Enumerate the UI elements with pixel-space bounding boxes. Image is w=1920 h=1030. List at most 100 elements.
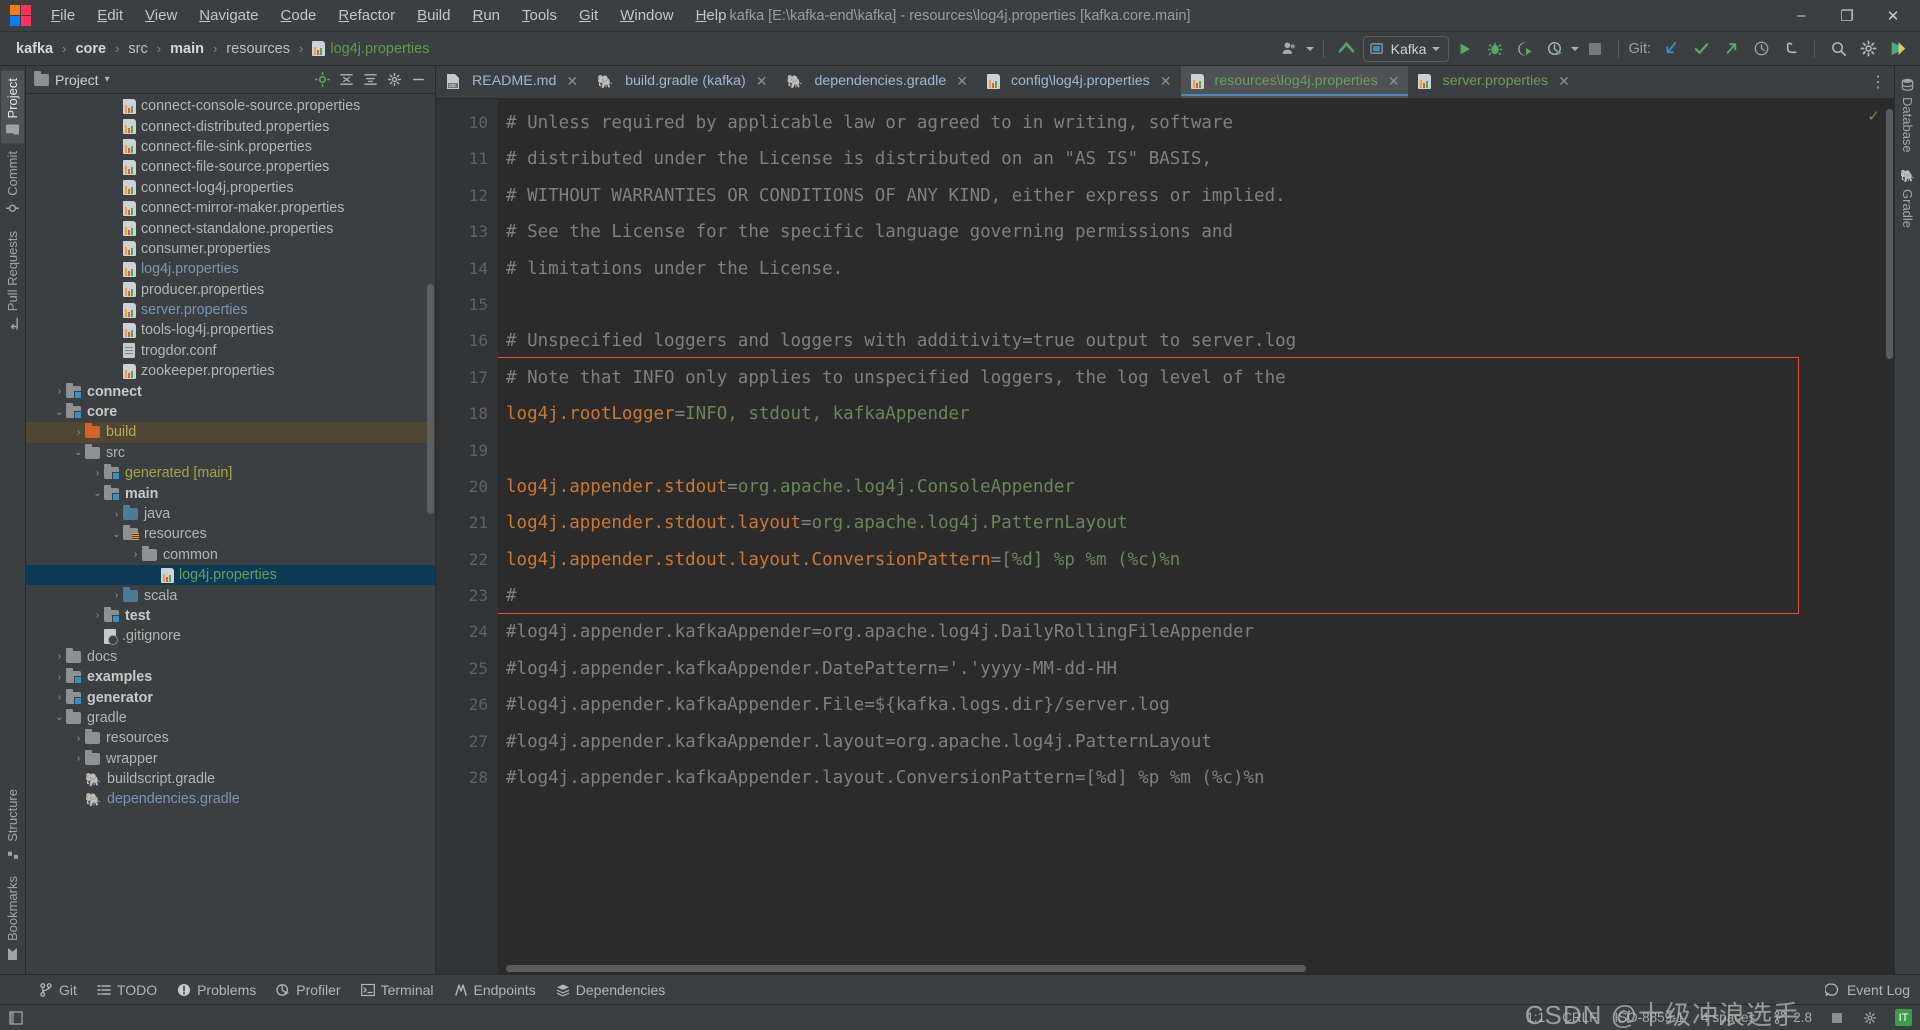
tree-node-generator[interactable]: › generator	[26, 687, 435, 707]
project-tree[interactable]: connect-console-source.properties connect…	[26, 94, 435, 974]
debug-icon[interactable]	[1481, 36, 1509, 62]
sidebar-item-project[interactable]: Project	[1, 70, 24, 144]
tree-node-generated-main-[interactable]: › generated [main]	[26, 463, 435, 483]
bottom-tool-problems[interactable]: Problems	[168, 979, 265, 1001]
tree-node-connect-standalone-properties[interactable]: connect-standalone.properties	[26, 218, 435, 238]
editor-horizontal-scrollbar[interactable]	[506, 965, 1306, 972]
tree-node-trogdor-conf[interactable]: trogdor.conf	[26, 341, 435, 361]
chevron-right-icon[interactable]: ›	[91, 610, 104, 621]
sidebar-item-structure[interactable]: Structure	[1, 781, 24, 868]
undo-icon[interactable]	[1777, 36, 1805, 62]
breadcrumb-main[interactable]: main	[166, 39, 208, 59]
breadcrumb-src[interactable]: src	[124, 39, 151, 59]
chevron-right-icon[interactable]: ›	[72, 427, 85, 438]
bottom-tool-terminal[interactable]: Terminal	[352, 979, 443, 1001]
tree-node-producer-properties[interactable]: producer.properties	[26, 280, 435, 300]
tree-node-scala[interactable]: › scala	[26, 585, 435, 605]
tree-node-build[interactable]: › build	[26, 422, 435, 443]
sidebar-item-pull-requests[interactable]: Pull Requests	[1, 223, 24, 338]
tree-node-test[interactable]: › test	[26, 606, 435, 626]
bottom-tool-dependencies[interactable]: Dependencies	[547, 979, 675, 1001]
profile-icon[interactable]	[1541, 36, 1569, 62]
user-caret-icon[interactable]	[1305, 46, 1314, 51]
code-content[interactable]: # Unless required by applicable law or a…	[498, 99, 1894, 974]
toggle-toolwindows-icon[interactable]	[8, 1010, 24, 1026]
tree-node-common[interactable]: › common	[26, 545, 435, 565]
sidebar-item-bookmarks[interactable]: Bookmarks	[1, 868, 24, 968]
bottom-tool-todo[interactable]: TODO	[88, 979, 166, 1001]
stop-daemon-icon[interactable]	[1829, 1010, 1845, 1026]
tree-node-main[interactable]: ⌄ main	[26, 483, 435, 503]
tree-node-zookeeper-properties[interactable]: zookeeper.properties	[26, 361, 435, 381]
menu-code[interactable]: Code	[270, 2, 328, 30]
tree-node-java[interactable]: › java	[26, 504, 435, 524]
chevron-right-icon[interactable]: ›	[72, 753, 85, 764]
tree-node-core[interactable]: ⌄ core	[26, 402, 435, 422]
stop-icon[interactable]	[1581, 36, 1609, 62]
tree-node-connect-console-source-properties[interactable]: connect-console-source.properties	[26, 96, 435, 116]
tree-node-resources[interactable]: › resources	[26, 728, 435, 748]
breadcrumb-core[interactable]: core	[71, 39, 110, 59]
close-icon[interactable]: ✕	[756, 73, 768, 90]
git-branch-widget[interactable]: 2.8	[1772, 1010, 1812, 1026]
tree-node-gradle[interactable]: ⌄ gradle	[26, 708, 435, 728]
tree-node-server-properties[interactable]: server.properties	[26, 300, 435, 320]
inspection-status-icon[interactable]: ✓	[1867, 107, 1880, 125]
locate-icon[interactable]	[311, 69, 333, 91]
minimize-button[interactable]: –	[1778, 0, 1824, 31]
tree-node-docs[interactable]: › docs	[26, 647, 435, 667]
run-configuration-selector[interactable]: Kafka	[1362, 35, 1450, 62]
close-icon[interactable]: ✕	[956, 73, 968, 90]
editor-tab-config-log4j-properties[interactable]: config\log4j.properties ✕	[977, 66, 1181, 98]
menu-refactor[interactable]: Refactor	[327, 2, 406, 30]
chevron-right-icon[interactable]: ›	[53, 386, 66, 397]
editor-tab-build-gradle-kafka-[interactable]: 🐘 build.gradle (kafka) ✕	[587, 66, 776, 98]
expand-all-icon[interactable]	[335, 69, 357, 91]
breadcrumb-file[interactable]: log4j.properties	[308, 39, 433, 59]
tree-node-resources[interactable]: ⌄ resources	[26, 524, 435, 544]
event-log-button[interactable]: Event Log	[1824, 982, 1920, 998]
chevron-right-icon[interactable]: ›	[72, 733, 85, 744]
menu-build[interactable]: Build	[406, 2, 461, 30]
close-icon[interactable]: ✕	[1388, 73, 1400, 90]
git-update-icon[interactable]	[1657, 36, 1685, 62]
menu-run[interactable]: Run	[461, 2, 511, 30]
sidebar-item-gradle[interactable]: 🐘 Gradle	[1896, 161, 1919, 237]
menu-view[interactable]: View	[134, 2, 188, 30]
chevron-down-icon[interactable]: ⌄	[91, 488, 104, 499]
chevron-right-icon[interactable]: ›	[129, 549, 142, 560]
tree-node-wrapper[interactable]: › wrapper	[26, 749, 435, 769]
chevron-right-icon[interactable]: ›	[53, 672, 66, 683]
menu-window[interactable]: Window	[609, 2, 684, 30]
ide-assistant-icon[interactable]	[1884, 36, 1912, 62]
project-panel-title[interactable]: Project ▾	[34, 70, 110, 88]
editor-tab-readme-md[interactable]: MD README.md ✕	[436, 66, 587, 98]
maximize-button[interactable]: ❐	[1824, 0, 1870, 31]
chevron-down-icon[interactable]: ⌄	[110, 529, 123, 540]
settings-icon[interactable]	[1854, 36, 1882, 62]
chevron-down-icon[interactable]: ⌄	[72, 447, 85, 458]
user-avatar-icon[interactable]	[1276, 36, 1304, 62]
tree-node-consumer-properties[interactable]: consumer.properties	[26, 239, 435, 259]
tree-node-log4j-properties[interactable]: log4j.properties	[26, 564, 435, 586]
bottom-tool-endpoints[interactable]: Endpoints	[445, 979, 545, 1001]
run-icon[interactable]	[1451, 36, 1479, 62]
chevron-right-icon[interactable]: ›	[53, 692, 66, 703]
menu-tools[interactable]: Tools	[511, 2, 568, 30]
tree-node-buildscript-gradle[interactable]: 🐘 buildscript.gradle	[26, 769, 435, 789]
tree-node-examples[interactable]: › examples	[26, 667, 435, 687]
tree-node-connect-mirror-maker-properties[interactable]: connect-mirror-maker.properties	[26, 198, 435, 218]
tree-node-connect-file-sink-properties[interactable]: connect-file-sink.properties	[26, 137, 435, 157]
indent-setting[interactable]: 4 spaces	[1701, 1010, 1755, 1025]
chevron-down-icon[interactable]: ⌄	[53, 712, 66, 723]
tree-node--gitignore[interactable]: .gitignore	[26, 626, 435, 646]
chevron-right-icon[interactable]: ›	[110, 509, 123, 520]
project-tree-scrollbar[interactable]	[427, 284, 434, 514]
editor-tab-server-properties[interactable]: server.properties ✕	[1408, 66, 1578, 98]
caret-position[interactable]: 1:1	[1526, 1010, 1545, 1025]
profile-caret-icon[interactable]	[1571, 46, 1580, 51]
menu-navigate[interactable]: Navigate	[188, 2, 269, 30]
tree-node-connect-distributed-properties[interactable]: connect-distributed.properties	[26, 116, 435, 136]
chevron-down-icon[interactable]: ⌄	[53, 407, 66, 418]
tree-node-connect-log4j-properties[interactable]: connect-log4j.properties	[26, 178, 435, 198]
